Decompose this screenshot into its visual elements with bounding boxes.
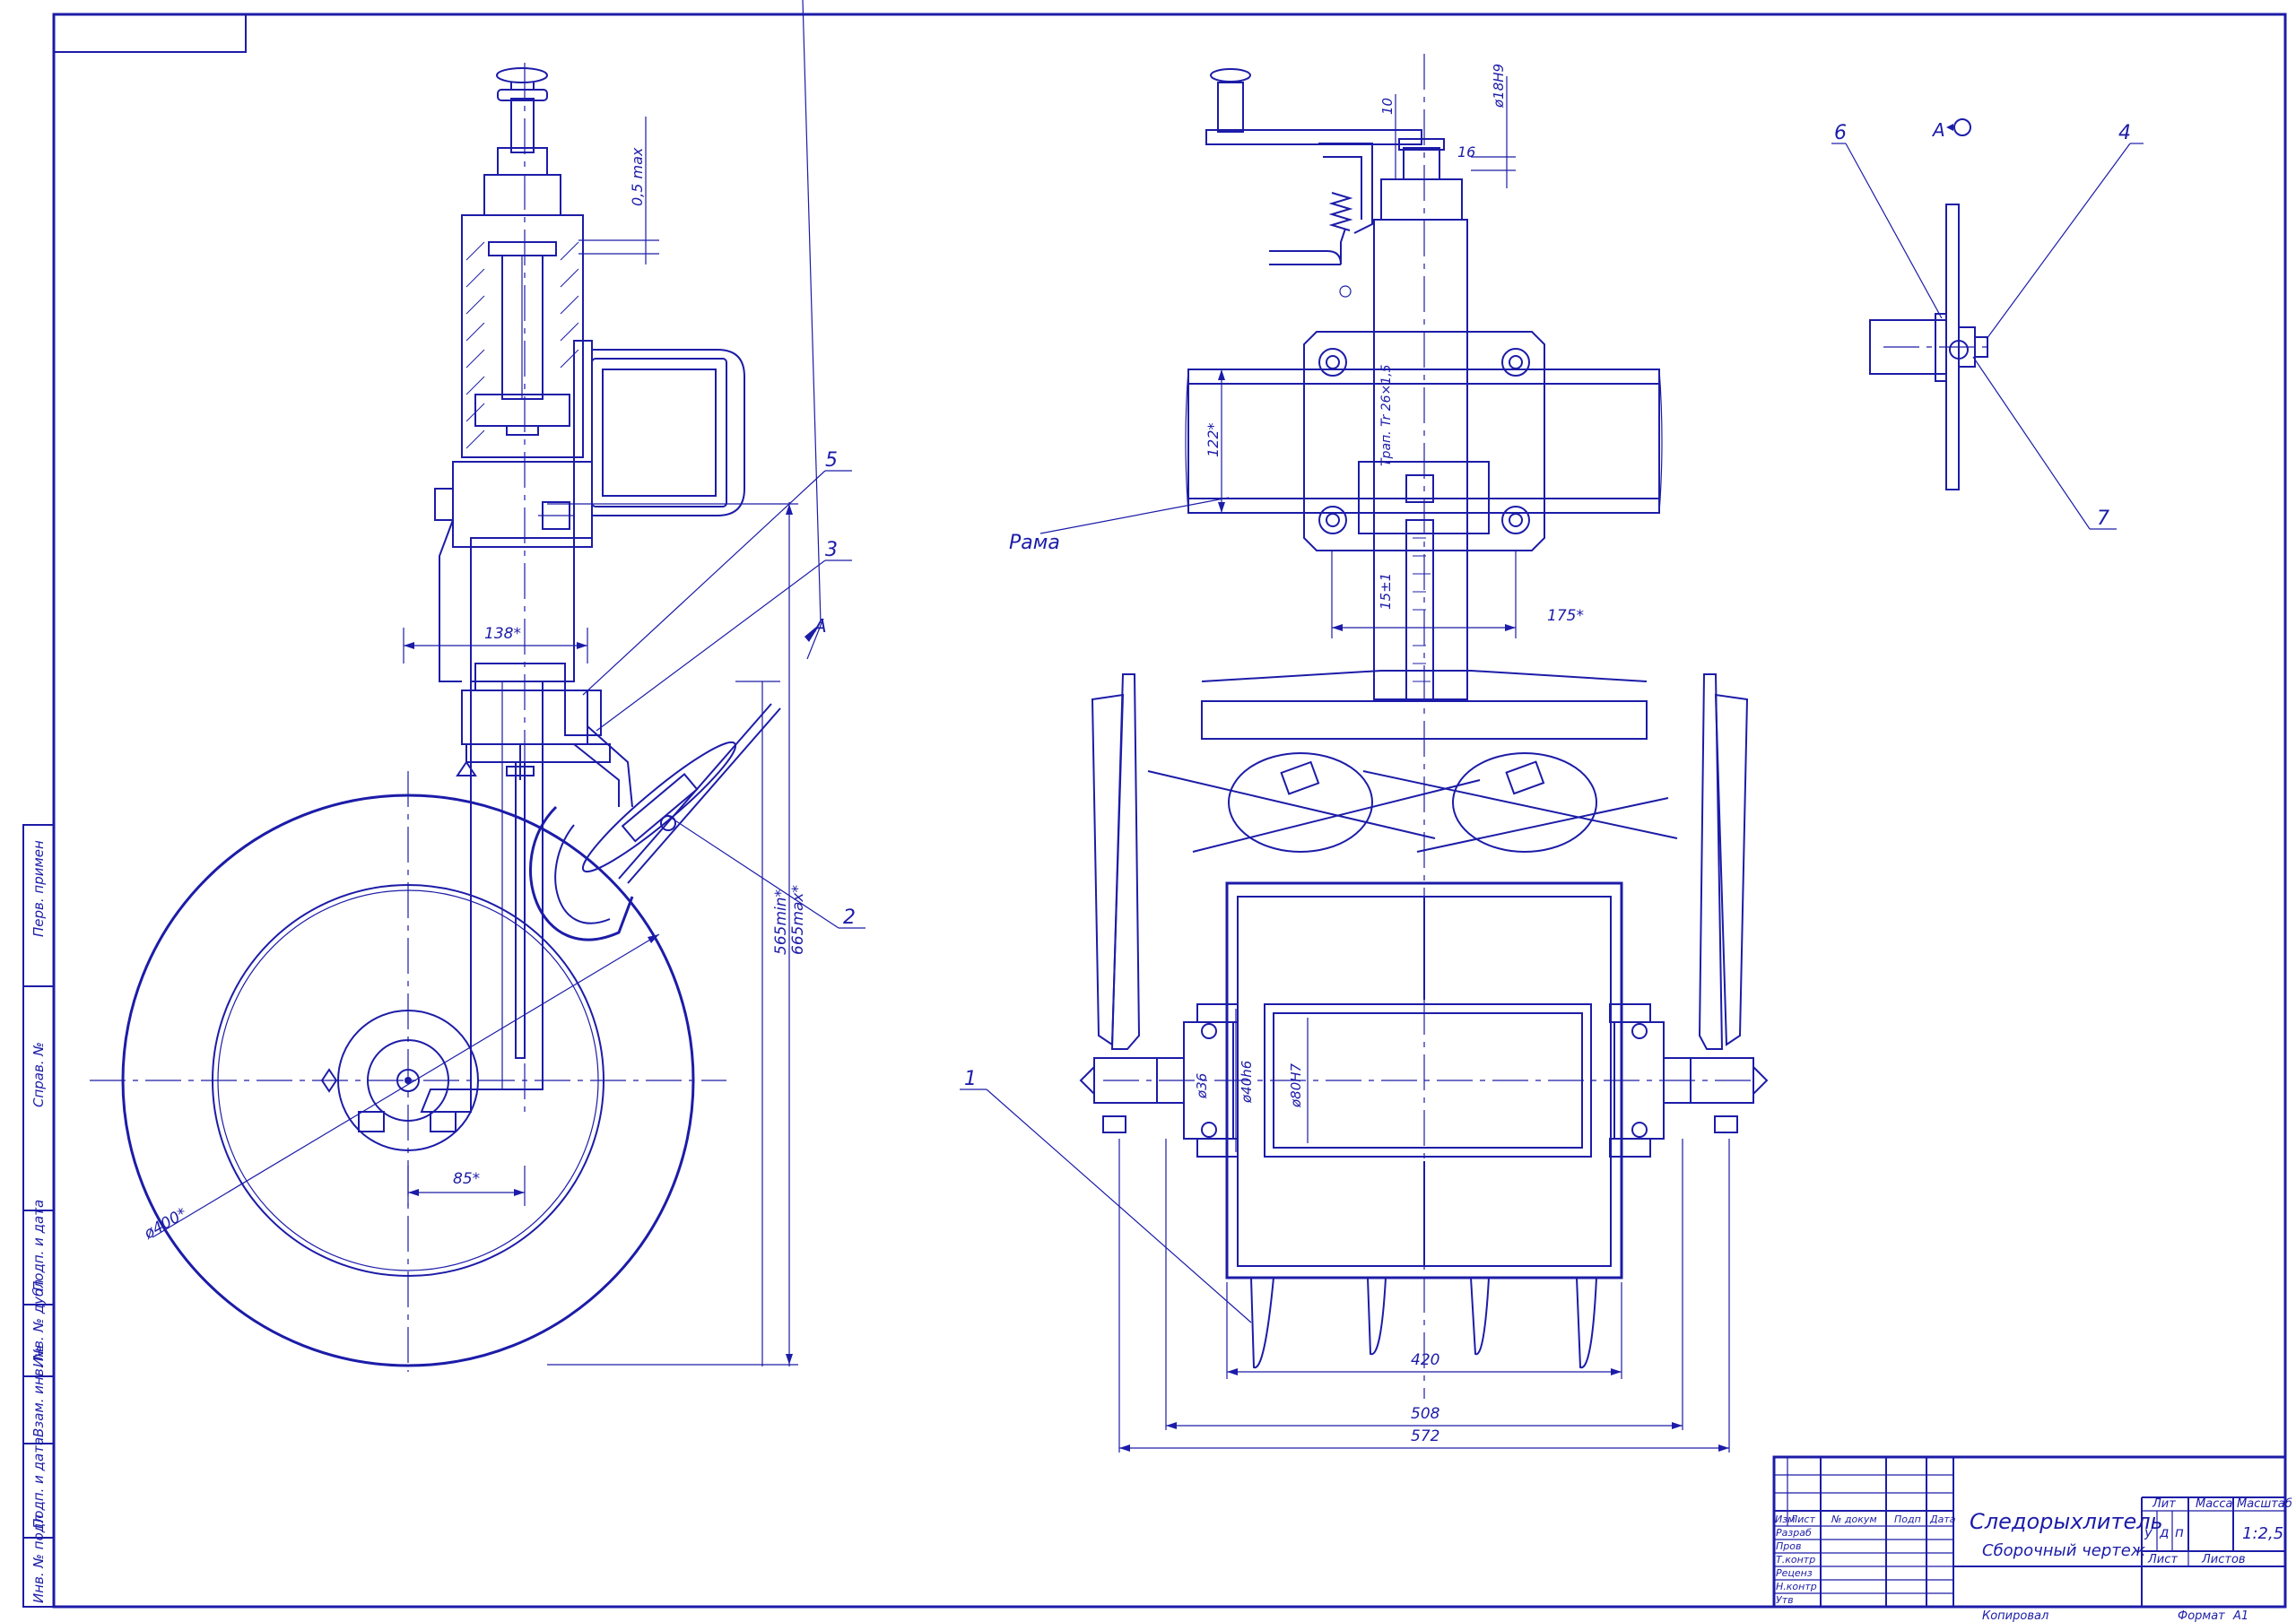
dim-122: 122* [1205, 422, 1222, 457]
tb-col-data: Дата [1929, 1514, 1956, 1525]
stamp-sprav: Справ. № [30, 1042, 47, 1107]
front-view: 420 508 572 175* 122* 10 16 ø18H9 Трап. … [960, 54, 1769, 1453]
leaders-side-view: 5 3 2 [582, 449, 865, 929]
tb-row-nkontr: Н.контр [1776, 1581, 1817, 1592]
dim-trap-thread: Трап. Tr 26×1,5 [1379, 364, 1394, 466]
leader-3: 3 [825, 539, 838, 561]
leader-7: 7 [2097, 507, 2109, 530]
tb-row-razrab: Разраб [1776, 1527, 1812, 1539]
tb-sheet: Лист [2147, 1553, 2178, 1566]
dim-565: 565min* [772, 889, 790, 955]
dim-scale-mark: 15±1 [1378, 573, 1394, 610]
view-a-label-side: А [813, 615, 827, 637]
stamp-inv-podl: Инв. № подл [30, 1514, 47, 1603]
dim-665: 665max* [789, 885, 807, 955]
side-view: 138* 85* ø400* 565min* 665max* 0,5 max А [90, 0, 827, 1372]
star-disk-right [1452, 752, 1597, 853]
dim-d80: ø80H7 [1288, 1063, 1304, 1108]
assembly-drawing-sheet: Перв. примен Справ. № Подп. и дата Инв. … [22, 0, 2292, 1622]
dim-572: 572 [1411, 1427, 1439, 1445]
drawing-subtitle: Сборочный чертеж [1982, 1541, 2146, 1560]
tb-lit-u: у [2144, 1524, 2153, 1540]
dim-d36: ø36 [1194, 1073, 1210, 1099]
tb-col-dokum: № докум [1831, 1514, 1877, 1525]
format-value: А1 [2232, 1609, 2248, 1622]
drawing-scale: 1:2,5 [2242, 1524, 2283, 1543]
column-tube [470, 537, 575, 682]
tb-lit-p: п [2175, 1524, 2184, 1540]
tb-col-podp: Подп [1894, 1514, 1921, 1525]
outer-frame [52, 13, 2287, 1609]
leader-5: 5 [825, 449, 838, 472]
dim-d40: ø40h6 [1239, 1061, 1255, 1104]
dim-85: 85* [453, 1170, 480, 1188]
tb-mass: Масса [2196, 1497, 2232, 1511]
format-label: Формат [2178, 1609, 2225, 1622]
frame-label: Рама [1009, 532, 1060, 554]
frame-square-section [591, 358, 727, 507]
leader-2: 2 [843, 906, 856, 929]
dim-q5max: 0,5 max [629, 147, 646, 206]
dim-420: 420 [1411, 1351, 1439, 1369]
dim-175: 175* [1547, 607, 1584, 625]
dim-10: 10 [1379, 98, 1396, 115]
title-block: Изм Лист № докум Подп Дата Разраб Пров Т… [1772, 1455, 2292, 1622]
marker-disk [581, 741, 737, 873]
tb-col-list: Лист [1789, 1514, 1815, 1525]
drawing-title: Следорыхлитель [1970, 1509, 2163, 1534]
tb-row-tkontr: Т.контр [1776, 1554, 1815, 1566]
dim-16: 16 [1457, 143, 1475, 160]
top-left-stamp-box [53, 13, 247, 53]
tb-sheets: Листов [2201, 1553, 2246, 1566]
dim-d18: ø18H9 [1491, 64, 1507, 108]
dim-138: 138* [484, 625, 521, 643]
tb-lit: Лит [2152, 1497, 2176, 1511]
tb-row-utv: Утв [1776, 1594, 1794, 1606]
leader-1: 1 [964, 1068, 977, 1090]
view-a-title: А [1931, 119, 1945, 141]
stamp-perv-primen: Перв. примен [30, 840, 47, 937]
stamp-vzam-inv: Взам. инв. № [30, 1346, 47, 1437]
tb-row-prov: Пров [1776, 1540, 1801, 1552]
leader-4: 4 [2118, 122, 2131, 144]
dim-d400: ø400* [141, 1204, 190, 1244]
stamp-podp-data-1: Подп. и дата [30, 1200, 47, 1291]
left-stamp-column: Перв. примен Справ. № Подп. и дата Инв. … [22, 824, 55, 1608]
tb-lit-d: д [2159, 1524, 2169, 1540]
copied-by-label: Копировал [1982, 1609, 2048, 1622]
leader-6: 6 [1834, 122, 1847, 144]
dim-508: 508 [1411, 1405, 1440, 1423]
tb-scale-header: Масштаб [2237, 1497, 2292, 1511]
tb-row-recenz: Реценз [1776, 1567, 1813, 1579]
detail-view-a: А 6 4 7 [1831, 118, 2144, 530]
